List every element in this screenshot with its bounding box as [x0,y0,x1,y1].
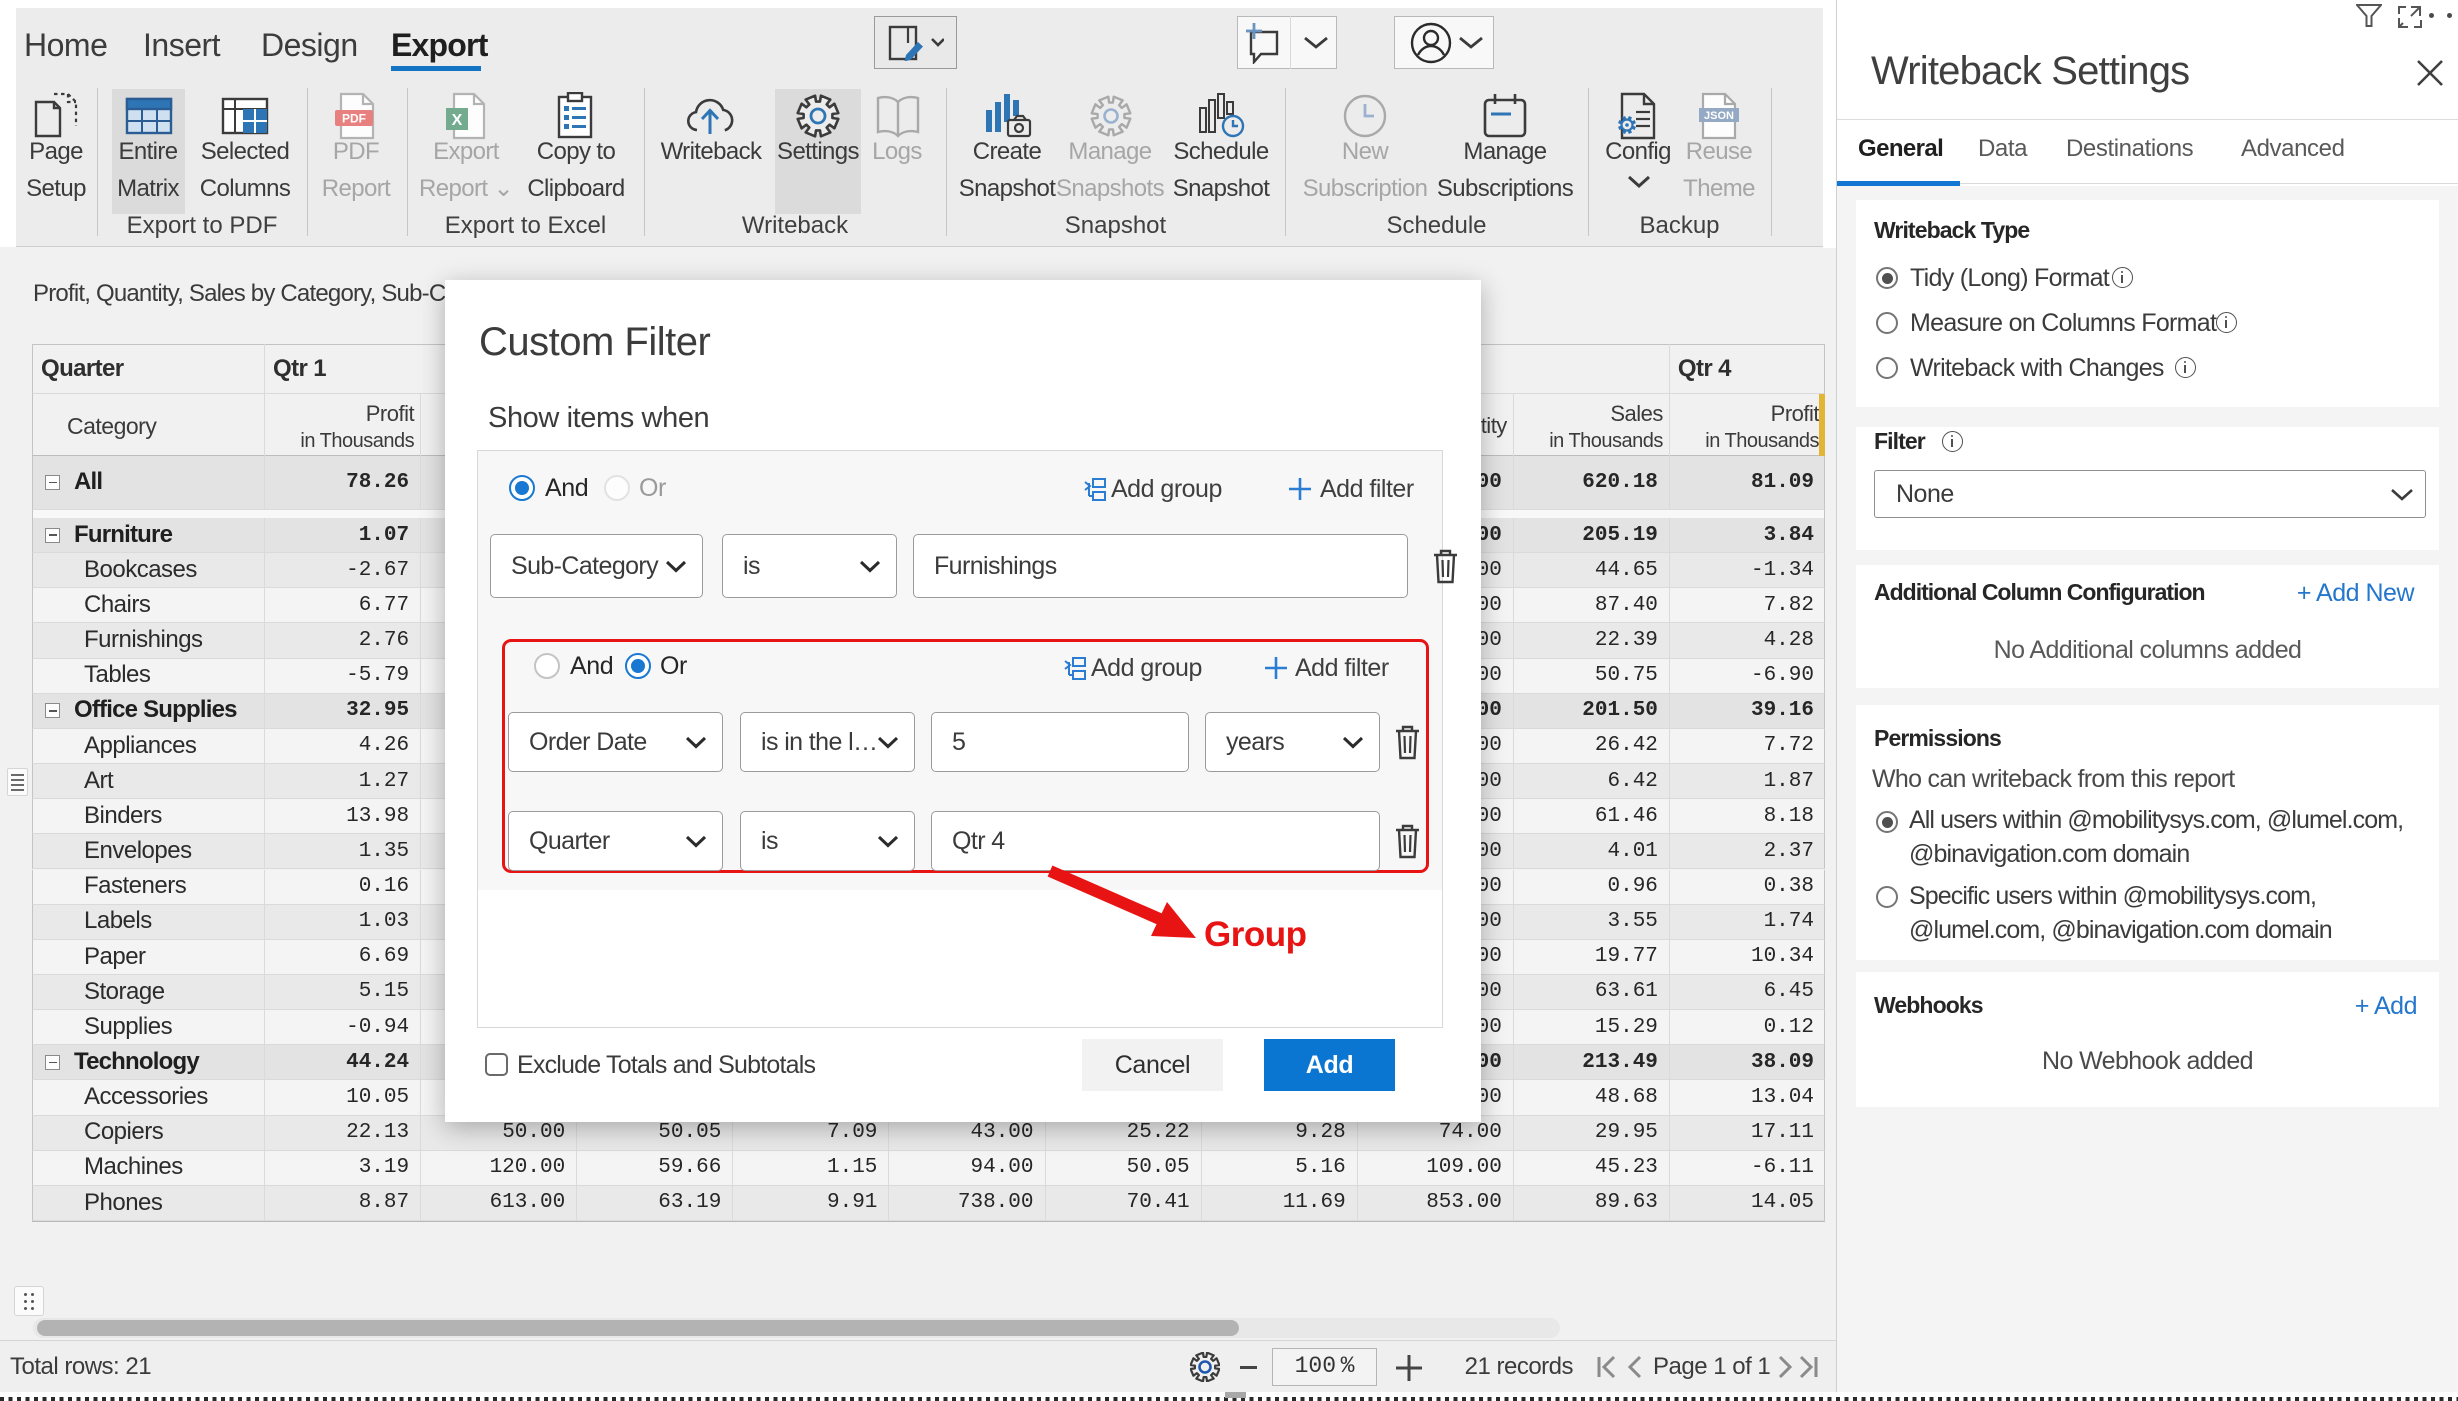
svg-text:JSON: JSON [1704,110,1734,122]
svg-text:X: X [452,112,463,129]
svg-text:PDF: PDF [342,112,366,126]
